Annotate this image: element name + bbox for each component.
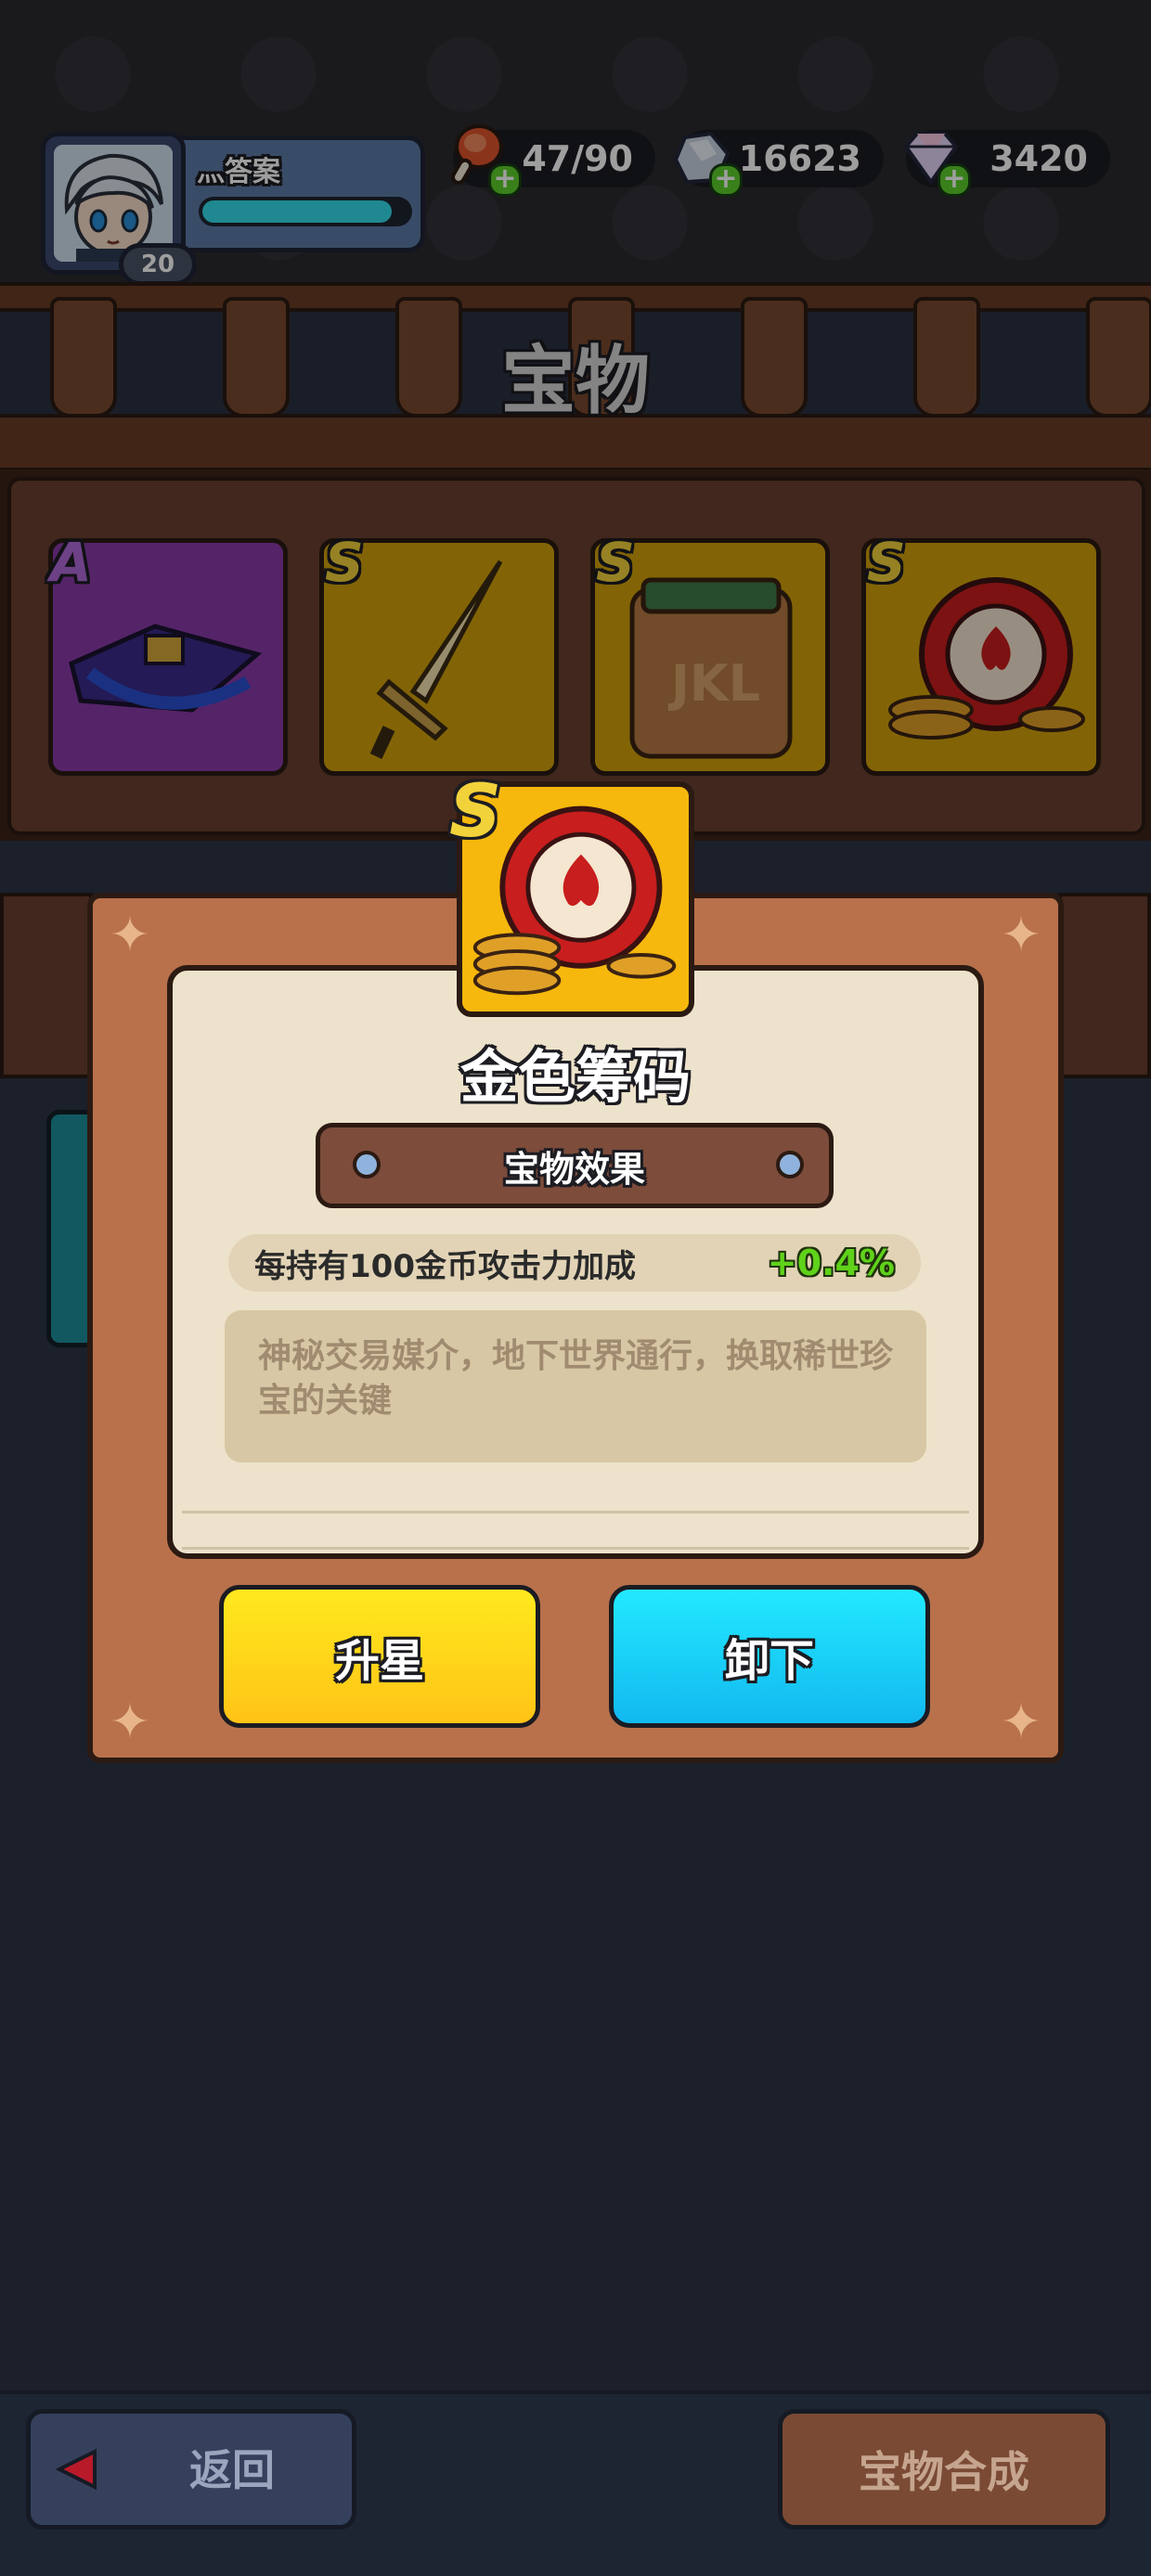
back-arrow-icon bbox=[54, 2446, 100, 2492]
effect-text: 每持有100金币攻击力加成 bbox=[254, 1247, 636, 1285]
synthesis-label: 宝物合成 bbox=[859, 2447, 1029, 2497]
treasure-name: 金色筹码 bbox=[459, 1043, 691, 1111]
paper-lines bbox=[182, 1511, 969, 1550]
back-label: 返回 bbox=[189, 2445, 275, 2495]
treasure-synthesis-button[interactable]: 宝物合成 bbox=[778, 2409, 1110, 2530]
effect-header: 宝物效果 bbox=[316, 1123, 834, 1208]
effect-value: +0.4% bbox=[767, 1243, 895, 1283]
unequip-button[interactable]: 卸下 bbox=[609, 1585, 930, 1728]
rivet-icon bbox=[776, 1151, 804, 1179]
corner-ornament-icon: ✦ bbox=[1001, 908, 1041, 963]
selected-grade-badge: S bbox=[449, 770, 502, 854]
treasure-description: 神秘交易媒介，地下世界通行，换取稀世珍宝的关键 bbox=[225, 1310, 926, 1462]
corner-ornament-icon: ✦ bbox=[110, 1694, 150, 1750]
upgrade-star-button[interactable]: 升星 bbox=[219, 1585, 540, 1728]
rivet-icon bbox=[353, 1151, 381, 1179]
effect-row: 每持有100金币攻击力加成 +0.4% bbox=[228, 1234, 921, 1292]
corner-ornament-icon: ✦ bbox=[1001, 1694, 1041, 1750]
corner-ornament-icon: ✦ bbox=[110, 908, 150, 963]
